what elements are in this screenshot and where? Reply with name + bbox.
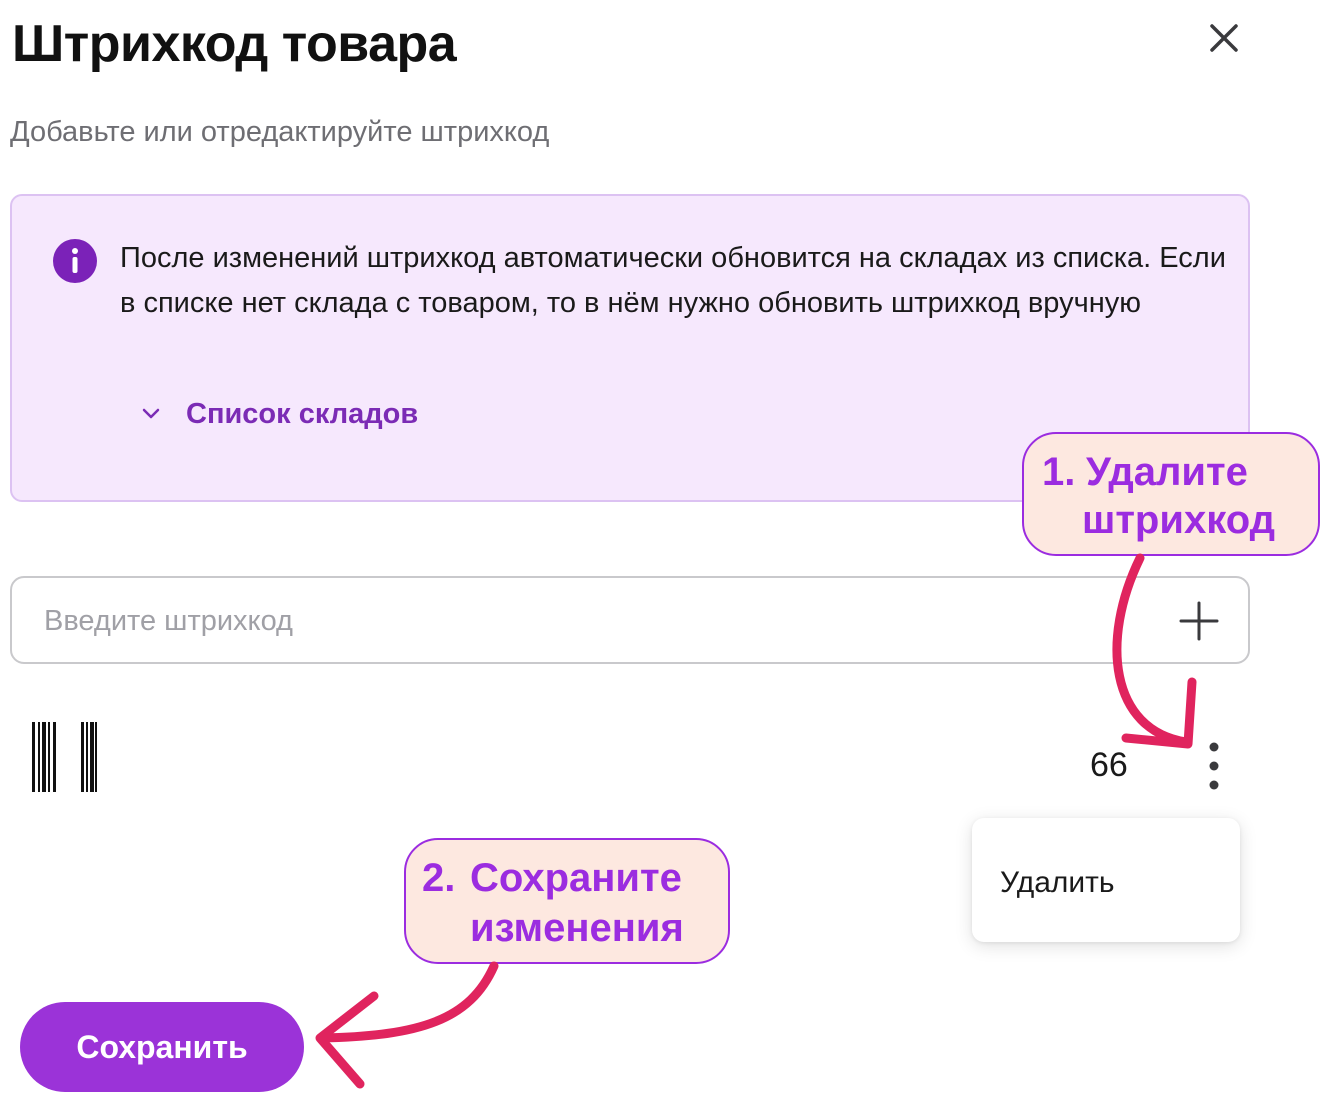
warehouses-list-label: Список складов: [186, 397, 419, 430]
context-menu: Удалить: [972, 818, 1240, 942]
chevron-down-icon: [142, 408, 160, 419]
step1-line1: Удалите: [1086, 450, 1248, 494]
plus-icon[interactable]: [1178, 600, 1220, 642]
step1-callout: 1. Удалите штрихкод: [1022, 432, 1320, 556]
barcode-dialog: Штрихкод товара Добавьте или отредактиру…: [0, 0, 1322, 1106]
barcode-input[interactable]: [42, 578, 1146, 664]
info-icon: [53, 239, 97, 283]
vertical-dots-icon[interactable]: [1198, 740, 1230, 792]
delete-menu-item[interactable]: Удалить: [972, 848, 1240, 918]
info-text: После изменений штрихкод автоматически о…: [120, 242, 1226, 319]
step2-number: 2.: [422, 856, 456, 900]
warehouses-list-toggle[interactable]: Список складов: [136, 392, 418, 436]
barcode-icon: [32, 722, 97, 792]
barcode-value: 66: [1090, 746, 1128, 784]
step2-callout: 2. Сохраните изменения: [404, 838, 730, 964]
save-button[interactable]: Сохранить: [20, 1002, 304, 1092]
arrow-to-save: [315, 961, 499, 1089]
step1-number: 1.: [1042, 450, 1076, 494]
close-icon[interactable]: [1204, 18, 1244, 58]
step2-line1: Сохраните: [470, 856, 682, 900]
barcode-input-field: [10, 576, 1250, 664]
dialog-subtitle: Добавьте или отредактируйте штрихкод: [10, 116, 550, 148]
step1-line2: штрихкод: [1082, 498, 1275, 542]
dialog-title: Штрихкод товара: [12, 15, 457, 73]
step2-line2: изменения: [470, 906, 684, 950]
